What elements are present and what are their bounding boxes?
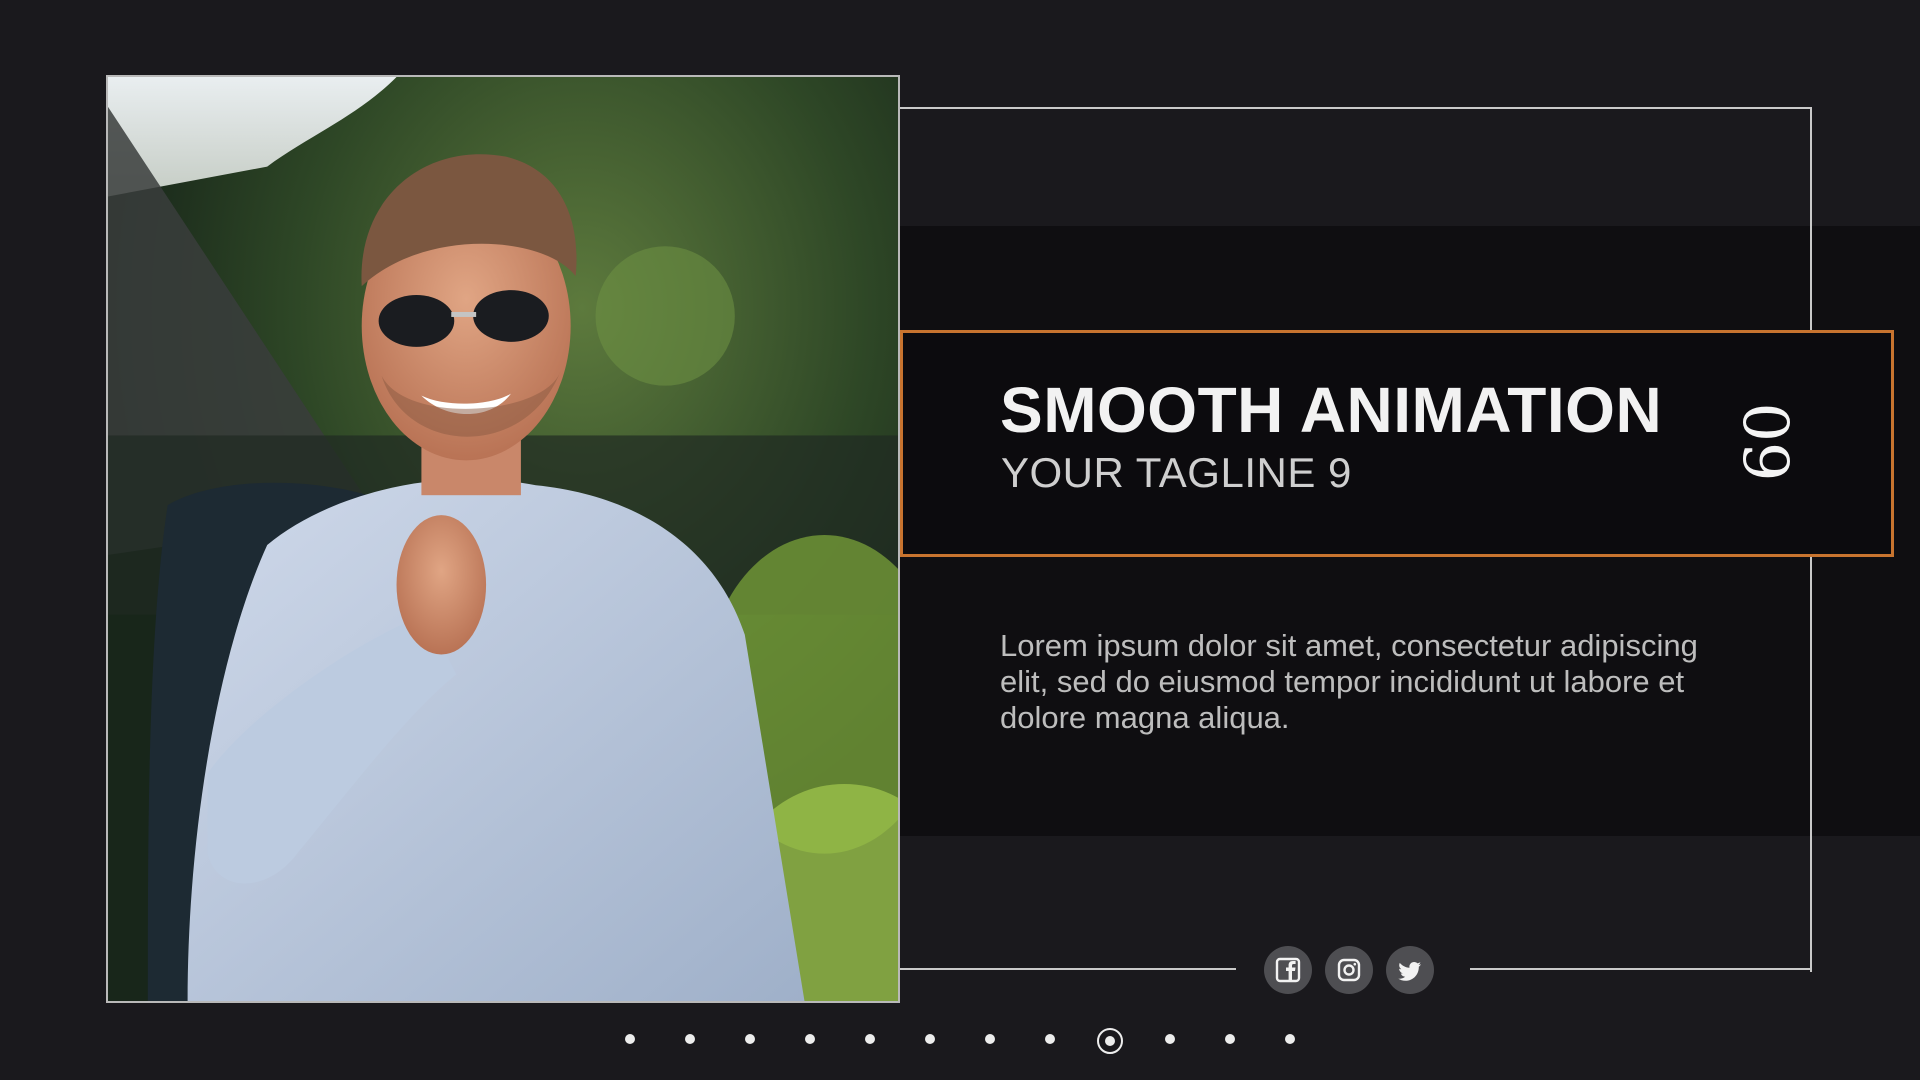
pagination-dot[interactable] (625, 1034, 635, 1044)
slide-number: 09 (1729, 402, 1802, 482)
pagination-dot[interactable] (745, 1034, 755, 1044)
pagination-dot[interactable] (1045, 1034, 1055, 1044)
pagination-dot[interactable] (1225, 1034, 1235, 1044)
body-text: Lorem ipsum dolor sit amet, consectetur … (1000, 628, 1698, 735)
frame-line-right (1470, 968, 1812, 970)
twitter-button[interactable] (1386, 946, 1434, 994)
twitter-icon (1398, 962, 1421, 981)
pagination-dot[interactable] (985, 1034, 995, 1044)
pagination-dot[interactable] (1285, 1034, 1295, 1044)
slide-tagline: YOUR TAGLINE 9 (1001, 449, 1352, 496)
portrait-photo (106, 75, 900, 1003)
instagram-icon (1337, 958, 1361, 982)
social-links (1264, 946, 1434, 994)
frame-line-left (900, 968, 1236, 970)
pagination-dot[interactable] (1097, 1028, 1123, 1054)
pagination-dot[interactable] (1165, 1034, 1175, 1044)
instagram-button[interactable] (1325, 946, 1373, 994)
pagination (0, 1028, 1920, 1054)
pagination-dot[interactable] (865, 1034, 875, 1044)
facebook-button[interactable] (1264, 946, 1312, 994)
facebook-icon (1275, 957, 1301, 983)
pagination-dot[interactable] (925, 1034, 935, 1044)
pagination-dot[interactable] (685, 1034, 695, 1044)
pagination-dot[interactable] (805, 1034, 815, 1044)
slide-title: SMOOTH ANIMATION (1000, 374, 1663, 446)
